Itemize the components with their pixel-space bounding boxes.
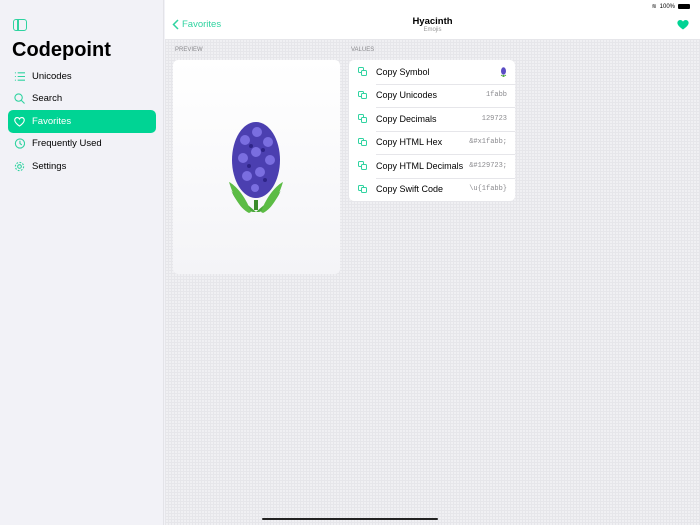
home-indicator[interactable] bbox=[262, 517, 438, 520]
battery-icon bbox=[678, 4, 690, 9]
row-label: Copy HTML Decimals bbox=[376, 160, 464, 171]
copy-icon bbox=[358, 184, 367, 194]
page-subtitle: Emojis bbox=[423, 27, 442, 33]
favorite-heart-icon[interactable] bbox=[677, 19, 689, 30]
copy-symbol-row[interactable]: Copy Symbol bbox=[349, 60, 515, 84]
values-section-label: VALUES bbox=[351, 47, 375, 53]
list-icon bbox=[14, 72, 25, 81]
sidebar-item-label: Settings bbox=[32, 160, 67, 172]
app-title: Codepoint bbox=[12, 39, 111, 61]
copy-icon bbox=[358, 90, 367, 100]
row-value: 129723 bbox=[481, 114, 507, 123]
battery-percent: 100% bbox=[659, 3, 675, 10]
sidebar-item-label: Unicodes bbox=[32, 70, 72, 82]
row-label: Copy Decimals bbox=[376, 113, 437, 124]
row-label: Copy Symbol bbox=[376, 66, 430, 77]
values-list: Copy Symbol Copy Unicodes 1fabb Copy Dec… bbox=[349, 60, 515, 201]
row-value: \u{1fabb} bbox=[469, 185, 507, 194]
preview-section-label: PREVIEW bbox=[175, 47, 203, 53]
hyacinth-symbol-icon bbox=[500, 66, 507, 77]
sidebar-item-settings[interactable]: Settings bbox=[8, 155, 156, 178]
detail-pane: ≋ 100% Favorites Hyacinth Emojis PREVIEW… bbox=[165, 0, 700, 525]
copy-icon bbox=[358, 137, 367, 147]
copy-icon bbox=[358, 67, 367, 76]
copy-icon bbox=[358, 114, 367, 123]
wifi-icon: ≋ bbox=[651, 4, 657, 10]
sidebar-item-label: Search bbox=[32, 93, 63, 105]
copy-html-hex-row[interactable]: Copy HTML Hex &#x1fabb; bbox=[349, 130, 515, 155]
row-label: Copy HTML Hex bbox=[376, 137, 443, 148]
row-label: Copy Unicodes bbox=[376, 90, 438, 101]
copy-unicodes-row[interactable]: Copy Unicodes 1fabb bbox=[349, 83, 515, 108]
navigation-bar: ≋ 100% Favorites Hyacinth Emojis bbox=[165, 0, 700, 39]
sidebar: Codepoint Unicodes Search Favorites Freq… bbox=[0, 0, 164, 525]
status-bar: ≋ 100% bbox=[652, 3, 690, 10]
clock-icon bbox=[14, 138, 25, 149]
row-value: &#x1fabb; bbox=[469, 138, 507, 147]
heart-icon bbox=[14, 116, 25, 127]
sidebar-toggle-icon[interactable] bbox=[13, 19, 27, 31]
sidebar-item-search[interactable]: Search bbox=[8, 88, 156, 111]
copy-html-decimals-row[interactable]: Copy HTML Decimals &#129723; bbox=[349, 154, 515, 178]
search-icon bbox=[14, 93, 25, 105]
preview-card bbox=[173, 60, 340, 274]
copy-swift-code-row[interactable]: Copy Swift Code \u{1fabb} bbox=[349, 177, 515, 202]
copy-icon bbox=[358, 161, 367, 170]
sidebar-item-unicodes[interactable]: Unicodes bbox=[8, 65, 156, 88]
row-value: 1fabb bbox=[485, 91, 507, 100]
sidebar-nav: Unicodes Search Favorites Frequently Use… bbox=[8, 65, 156, 178]
gear-icon bbox=[14, 161, 25, 171]
sidebar-item-label: Frequently Used bbox=[32, 138, 102, 150]
copy-decimals-row[interactable]: Copy Decimals 129723 bbox=[349, 107, 515, 131]
page-title: Hyacinth bbox=[412, 16, 453, 27]
sidebar-item-frequently-used[interactable]: Frequently Used bbox=[8, 133, 156, 156]
hyacinth-emoji-image bbox=[229, 122, 283, 213]
sidebar-item-favorites[interactable]: Favorites bbox=[8, 110, 156, 133]
row-value: &#129723; bbox=[469, 161, 507, 170]
row-label: Copy Swift Code bbox=[376, 184, 444, 195]
sidebar-item-label: Favorites bbox=[32, 115, 72, 127]
